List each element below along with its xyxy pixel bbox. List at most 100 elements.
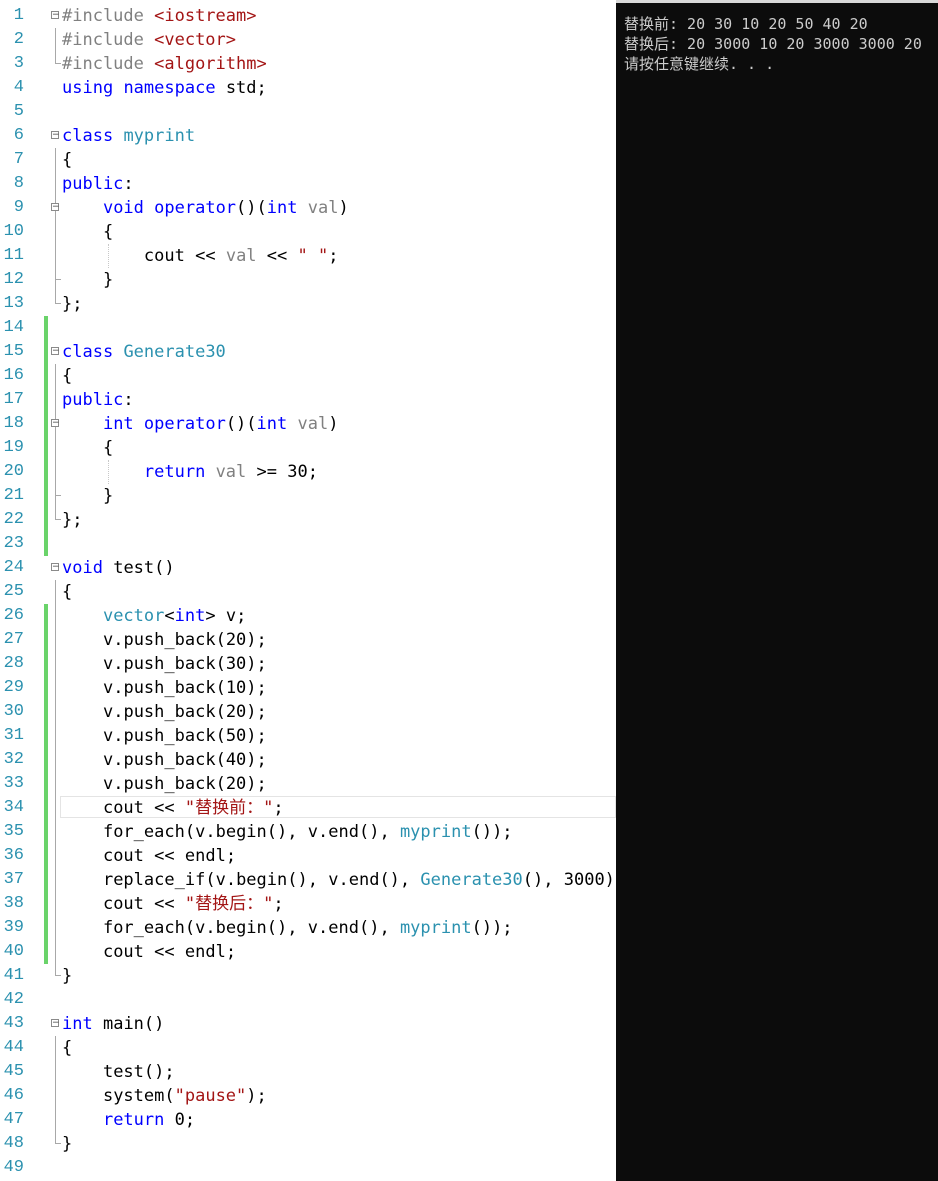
- code-line[interactable]: 12 }: [0, 268, 616, 292]
- code-line[interactable]: 25 {: [0, 580, 616, 604]
- code-line[interactable]: 38 cout << "替换后：";: [0, 892, 616, 916]
- change-marker: [44, 748, 48, 772]
- code-text: {: [62, 582, 73, 602]
- code-line[interactable]: 3 #include <algorithm>: [0, 52, 616, 76]
- code-line[interactable]: 1 − #include <iostream>: [0, 4, 616, 28]
- line-number: 26: [3, 606, 24, 625]
- fold-guide-inner: [55, 436, 56, 460]
- fold-guide: [55, 364, 56, 388]
- code-line[interactable]: 33 v.push_back(20);: [0, 772, 616, 796]
- code-line[interactable]: 14: [0, 316, 616, 340]
- code-text: int main(): [62, 1014, 165, 1034]
- line-number: 19: [3, 438, 24, 457]
- code-line[interactable]: 10 {: [0, 220, 616, 244]
- line-number: 23: [3, 534, 24, 553]
- change-marker: [44, 532, 48, 556]
- code-line[interactable]: 18 − int operator()(int val): [0, 412, 616, 436]
- code-line[interactable]: 17 public:: [0, 388, 616, 412]
- fold-toggle-icon[interactable]: −: [51, 419, 60, 428]
- change-marker: [44, 916, 48, 940]
- code-text: v.push_back(40);: [102, 750, 267, 770]
- code-line[interactable]: 13};: [0, 292, 616, 316]
- code-line[interactable]: 45 test();: [0, 1060, 616, 1084]
- code-line[interactable]: 16 {: [0, 364, 616, 388]
- fold-guide: [55, 724, 56, 748]
- code-line[interactable]: 30 v.push_back(20);: [0, 700, 616, 724]
- code-line[interactable]: 28 v.push_back(30);: [0, 652, 616, 676]
- code-line[interactable]: 49: [0, 1156, 616, 1180]
- code-line[interactable]: 5: [0, 100, 616, 124]
- code-text: };: [62, 510, 83, 530]
- code-line[interactable]: 34 cout << "替换前：";: [0, 796, 616, 820]
- fold-toggle-icon[interactable]: −: [51, 347, 60, 356]
- code-line[interactable]: 15 − class Generate30: [0, 340, 616, 364]
- fold-guide-inner: [55, 484, 61, 496]
- code-line[interactable]: 24 − void test(): [0, 556, 616, 580]
- code-line[interactable]: 31 v.push_back(50);: [0, 724, 616, 748]
- fold-guide: [55, 964, 61, 976]
- code-text: }: [102, 270, 114, 290]
- line-number: 25: [3, 582, 24, 601]
- code-text: v.push_back(10);: [102, 678, 267, 698]
- line-number: 14: [3, 318, 24, 337]
- code-text: using namespace std;: [62, 78, 267, 98]
- code-line[interactable]: 8 public:: [0, 172, 616, 196]
- code-line[interactable]: 9 − void operator()(int val): [0, 196, 616, 220]
- line-number: 30: [3, 702, 24, 721]
- code-line[interactable]: 7{: [0, 148, 616, 172]
- code-line[interactable]: 39 for_each(v.begin(), v.end(), myprint(…: [0, 916, 616, 940]
- code-line[interactable]: 46 system("pause");: [0, 1084, 616, 1108]
- fold-toggle-icon[interactable]: −: [51, 131, 60, 140]
- code-line[interactable]: 32 v.push_back(40);: [0, 748, 616, 772]
- line-number: 1: [13, 6, 24, 25]
- code-line[interactable]: 43 − int main(): [0, 1012, 616, 1036]
- code-line[interactable]: 35 for_each(v.begin(), v.end(), myprint(…: [0, 820, 616, 844]
- code-line[interactable]: 27 v.push_back(20);: [0, 628, 616, 652]
- code-text: v.push_back(20);: [102, 702, 267, 722]
- console-line-pause: 请按任意键继续. . .: [624, 55, 775, 73]
- fold-guide-inner: [55, 244, 56, 268]
- change-marker: [44, 604, 48, 628]
- code-line[interactable]: 41}: [0, 964, 616, 988]
- code-editor[interactable]: 1− #include <iostream> 2 #include <vector> 3…: [0, 0, 616, 1181]
- code-line[interactable]: 37 replace_if(v.begin(), v.end(), Genera…: [0, 868, 616, 892]
- code-line[interactable]: 21 }: [0, 484, 616, 508]
- code-line[interactable]: 48}: [0, 1132, 616, 1156]
- code-line[interactable]: 36 cout << endl;: [0, 844, 616, 868]
- fold-guide: [55, 1084, 56, 1108]
- code-text: vector<int> v;: [102, 606, 247, 626]
- fold-toggle-icon[interactable]: −: [51, 1019, 60, 1028]
- code-line[interactable]: 40 cout << endl;: [0, 940, 616, 964]
- line-number: 41: [3, 966, 24, 985]
- fold-toggle-icon[interactable]: −: [51, 563, 60, 572]
- line-number: 24: [3, 558, 24, 577]
- code-text: class myprint: [62, 126, 196, 146]
- code-text: {: [62, 366, 73, 386]
- code-line[interactable]: 4 using namespace std;: [0, 76, 616, 100]
- change-marker: [44, 436, 48, 460]
- code-line[interactable]: 29 v.push_back(10);: [0, 676, 616, 700]
- fold-guide: [55, 172, 56, 196]
- line-number: 37: [3, 870, 24, 889]
- code-line[interactable]: 20 return val >= 30;: [0, 460, 616, 484]
- code-line[interactable]: 23: [0, 532, 616, 556]
- code-line[interactable]: 44 {: [0, 1036, 616, 1060]
- change-marker: [44, 940, 48, 964]
- code-line[interactable]: 11 cout << val << " ";: [0, 244, 616, 268]
- code-line[interactable]: 42: [0, 988, 616, 1012]
- code-line[interactable]: 22};: [0, 508, 616, 532]
- fold-guide: [55, 676, 56, 700]
- console-window[interactable]: 替换前: 20 30 10 20 50 40 20 替换后: 20 3000 1…: [616, 0, 938, 1181]
- code-line[interactable]: 19 {: [0, 436, 616, 460]
- line-number: 40: [3, 942, 24, 961]
- code-line[interactable]: 26 vector<int> v;: [0, 604, 616, 628]
- fold-toggle-icon[interactable]: −: [51, 203, 60, 212]
- line-number: 13: [3, 294, 24, 313]
- fold-toggle-icon[interactable]: −: [51, 11, 60, 20]
- code-line[interactable]: 6 − class myprint: [0, 124, 616, 148]
- change-marker: [44, 508, 48, 532]
- code-line[interactable]: 47 return 0;: [0, 1108, 616, 1132]
- code-line[interactable]: 2 #include <vector>: [0, 28, 616, 52]
- line-number: 49: [3, 1158, 24, 1177]
- code-text: int operator()(int val): [102, 414, 339, 434]
